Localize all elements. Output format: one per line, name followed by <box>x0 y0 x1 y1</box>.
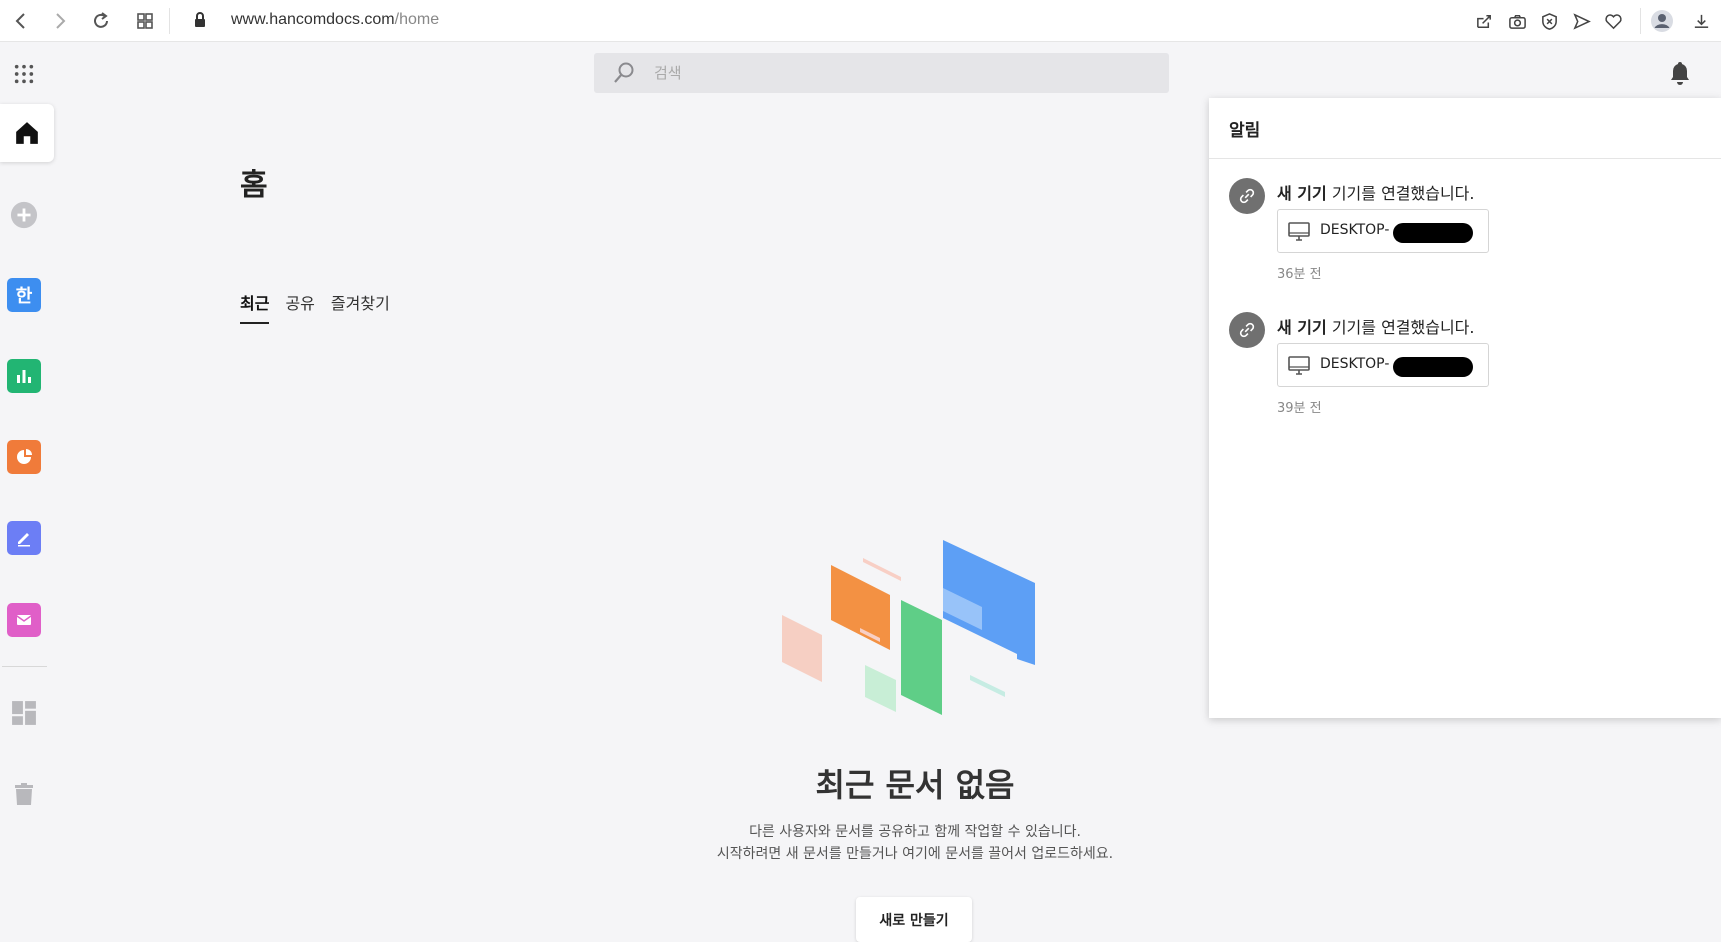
sidebar-item-hancell[interactable] <box>7 359 41 393</box>
notification-text: 새 기기 기기를 연결했습니다. <box>1277 180 1474 204</box>
sidebar-item-hanshow[interactable] <box>7 440 41 474</box>
link-icon <box>1229 178 1265 214</box>
heart-icon[interactable] <box>1601 8 1625 34</box>
notification-time: 39분 전 <box>1277 401 1322 416</box>
sidebar-item-home[interactable] <box>0 104 54 162</box>
empty-state-desc-line2: 시작하려면 새 문서를 만들거나 여기에 문서를 끌어서 업로드하세요. <box>716 846 1114 862</box>
page-title: 홈 <box>240 168 268 203</box>
device-card[interactable]: DESKTOP- <box>1277 343 1489 387</box>
hancell-app-icon <box>17 370 31 383</box>
monitor-icon <box>1288 356 1310 375</box>
browser-toolbar: www.hancomdocs.com/home <box>0 0 1721 42</box>
notification-text-rest: 기기를 연결했습니다. <box>1326 318 1475 337</box>
notification-text-bold: 새 기기 <box>1277 318 1327 337</box>
link-icon <box>1229 312 1265 348</box>
block-icon[interactable] <box>1537 8 1561 34</box>
device-card[interactable]: DESKTOP- <box>1277 209 1489 253</box>
notification-panel-title: 알림 <box>1209 98 1721 159</box>
notification-text-bold: 새 기기 <box>1277 184 1327 203</box>
forward-icon[interactable] <box>47 8 73 34</box>
address-bar[interactable]: www.hancomdocs.com/home <box>231 9 439 31</box>
sidebar-item-pdf[interactable] <box>7 521 41 555</box>
device-name: DESKTOP- <box>1320 356 1390 372</box>
mail-app-icon <box>16 615 32 625</box>
new-document-button[interactable]: 새로 만들기 <box>856 897 972 942</box>
device-name: DESKTOP- <box>1320 222 1390 238</box>
send-icon[interactable] <box>1569 8 1593 34</box>
camera-icon[interactable] <box>1505 8 1529 34</box>
search-input[interactable] <box>652 57 1152 89</box>
url-path: /home <box>394 11 440 28</box>
app-launcher-icon[interactable] <box>0 60 48 88</box>
sidebar-item-mail[interactable] <box>7 603 41 637</box>
search-bar[interactable] <box>594 53 1169 93</box>
profile-avatar-icon[interactable] <box>1648 8 1676 34</box>
url-host: www.hancomdocs.com <box>231 11 395 28</box>
notification-bell-icon[interactable] <box>1668 60 1692 86</box>
reload-icon[interactable] <box>88 8 114 34</box>
dashboard-icon <box>12 701 36 725</box>
back-icon[interactable] <box>8 8 34 34</box>
lock-icon <box>195 12 205 27</box>
empty-state-title: 최근 문서 없음 <box>815 766 1015 804</box>
notification-text: 새 기기 기기를 연결했습니다. <box>1277 314 1474 338</box>
tab-recent[interactable]: 최근 <box>240 290 270 324</box>
document-tabs: 최근 공유 즐겨찾기 <box>240 290 390 324</box>
redacted-mark <box>1393 357 1473 377</box>
toolbar-divider <box>1640 8 1641 34</box>
toolbar-divider <box>169 8 170 34</box>
plus-circle-icon <box>10 201 38 229</box>
tab-favorites[interactable]: 즐겨찾기 <box>331 290 390 324</box>
empty-state-description: 다른 사용자와 문서를 공유하고 함께 작업할 수 있습니다. 시작하려면 새 … <box>640 821 1190 865</box>
redacted-mark <box>1393 223 1473 243</box>
edit-share-icon[interactable] <box>1472 8 1496 34</box>
pdf-edit-app-icon <box>18 533 30 547</box>
download-icon[interactable] <box>1689 8 1713 34</box>
sidebar-item-add[interactable] <box>0 200 48 230</box>
notification-panel: 알림 새 기기 기기를 연결했습니다. DESKTOP- 36분 전 새 기기 … <box>1209 98 1721 718</box>
monitor-icon <box>1288 222 1310 241</box>
tab-shared[interactable]: 공유 <box>285 290 314 324</box>
search-icon <box>614 62 634 83</box>
hanword-app-icon: 한 <box>15 286 33 307</box>
tab-grid-icon[interactable] <box>132 8 158 34</box>
sidebar-item-trash[interactable] <box>0 778 48 810</box>
notification-text-rest: 기기를 연결했습니다. <box>1326 184 1475 203</box>
notification-time: 36분 전 <box>1277 267 1322 282</box>
sidebar-divider <box>2 666 47 667</box>
sidebar-item-dashboard[interactable] <box>0 698 48 728</box>
trash-icon <box>15 783 33 805</box>
sidebar-item-hanword[interactable]: 한 <box>7 278 41 312</box>
empty-state-illustration <box>782 540 1035 715</box>
empty-state-desc-line1: 다른 사용자와 문서를 공유하고 함께 작업할 수 있습니다. <box>749 824 1081 840</box>
home-icon <box>16 122 38 144</box>
hanshow-app-icon <box>17 449 32 464</box>
